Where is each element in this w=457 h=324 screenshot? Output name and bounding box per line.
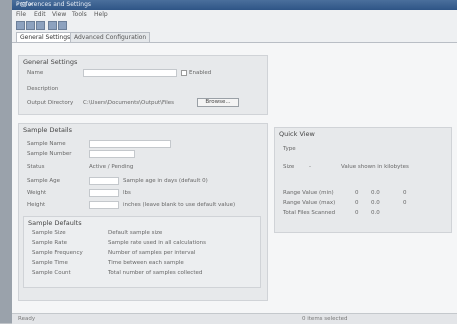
status-bar: Ready 0 items selected bbox=[12, 313, 457, 324]
stat-b: 0.0 bbox=[371, 210, 380, 216]
default-name: Sample Frequency bbox=[32, 250, 83, 256]
status-left: Ready bbox=[18, 316, 36, 322]
default-desc: Sample rate used in all calculations bbox=[108, 240, 206, 246]
stat-b: 0.0 bbox=[371, 200, 380, 206]
quick-view-group: Quick View Type Size - Value shown in ki… bbox=[274, 127, 452, 233]
description-label: Description bbox=[27, 86, 59, 92]
group-title: General Settings bbox=[23, 58, 78, 66]
sample-number-label: Sample Number bbox=[27, 151, 72, 157]
default-name: Sample Count bbox=[32, 270, 71, 276]
output-label: Output Directory bbox=[27, 100, 74, 106]
weight-input[interactable] bbox=[89, 189, 119, 197]
weight-note: lbs bbox=[123, 190, 131, 196]
save-icon[interactable] bbox=[36, 21, 45, 30]
default-desc: Number of samples per interval bbox=[108, 250, 196, 256]
open-icon[interactable] bbox=[26, 21, 35, 30]
type-label: Type bbox=[283, 146, 296, 152]
sample-name-input[interactable] bbox=[89, 140, 171, 148]
size-label: Size bbox=[283, 164, 295, 170]
menu-edit[interactable]: Edit bbox=[34, 11, 46, 18]
stat-c: 0 bbox=[403, 190, 407, 196]
status-value: Active / Pending bbox=[89, 164, 134, 170]
enabled-checkbox[interactable] bbox=[181, 70, 187, 76]
size-value: - bbox=[309, 164, 311, 170]
age-input[interactable] bbox=[89, 177, 119, 185]
settings-icon[interactable] bbox=[48, 21, 57, 30]
default-name: Sample Size bbox=[32, 230, 66, 236]
stat-a: 0 bbox=[355, 210, 359, 216]
sample-number-input[interactable] bbox=[89, 150, 135, 158]
new-icon[interactable] bbox=[16, 21, 25, 30]
window-controls[interactable]: – □ × bbox=[16, 1, 453, 8]
age-note: Sample age in days (default 0) bbox=[123, 178, 208, 184]
tab-general[interactable]: General Settings bbox=[16, 32, 75, 42]
stat-b: 0.0 bbox=[371, 190, 380, 196]
help-icon[interactable] bbox=[58, 21, 67, 30]
group-title: Sample Details bbox=[23, 126, 72, 134]
sample-group: Sample Details Sample Name Sample Number… bbox=[18, 123, 268, 301]
left-edge bbox=[0, 0, 12, 323]
content-area: General Settings Name Enabled Descriptio… bbox=[12, 43, 457, 313]
default-name: Sample Rate bbox=[32, 240, 67, 246]
height-label: Height bbox=[27, 202, 46, 208]
defaults-title: Sample Defaults bbox=[28, 219, 82, 227]
tab-advanced[interactable]: Advanced Configuration bbox=[70, 32, 151, 42]
toolbar bbox=[12, 19, 457, 30]
title-bar: Preferences and Settings – □ × bbox=[12, 0, 457, 10]
stat-label: Range Value (min) bbox=[283, 190, 334, 196]
defaults-group: Sample Defaults Sample Size Default samp… bbox=[23, 216, 261, 288]
default-desc: Total number of samples collected bbox=[108, 270, 203, 276]
stat-a: 0 bbox=[355, 190, 359, 196]
menu-tools[interactable]: Tools bbox=[72, 11, 87, 18]
default-desc: Time between each sample bbox=[108, 260, 184, 266]
size-note: Value shown in kilobytes bbox=[341, 164, 409, 170]
name-label: Name bbox=[27, 70, 44, 76]
general-group: General Settings Name Enabled Descriptio… bbox=[18, 55, 268, 115]
enabled-label: Enabled bbox=[189, 70, 212, 76]
tab-strip: General Settings Advanced Configuration bbox=[12, 30, 457, 43]
menu-help[interactable]: Help bbox=[94, 11, 108, 18]
menu-bar: File Edit View Tools Help bbox=[12, 10, 457, 19]
default-desc: Default sample size bbox=[108, 230, 163, 236]
stat-a: 0 bbox=[355, 200, 359, 206]
menu-view[interactable]: View bbox=[52, 11, 66, 18]
weight-label: Weight bbox=[27, 190, 47, 196]
group-title: Quick View bbox=[279, 130, 315, 138]
age-label: Sample Age bbox=[27, 178, 61, 184]
browse-button[interactable]: Browse... bbox=[197, 98, 239, 107]
status-right: 0 items selected bbox=[302, 316, 348, 322]
menu-file[interactable]: File bbox=[16, 11, 26, 18]
stat-label: Total Files Scanned bbox=[283, 210, 336, 216]
stat-c: 0 bbox=[403, 200, 407, 206]
status-label: Status bbox=[27, 164, 45, 170]
sample-name-label: Sample Name bbox=[27, 141, 66, 147]
height-input[interactable] bbox=[89, 201, 119, 209]
output-path: C:\Users\Documents\Output\Files bbox=[83, 100, 175, 106]
stat-label: Range Value (max) bbox=[283, 200, 336, 206]
height-note: inches (leave blank to use default value… bbox=[123, 202, 236, 208]
name-input[interactable] bbox=[83, 69, 177, 77]
default-name: Sample Time bbox=[32, 260, 68, 266]
